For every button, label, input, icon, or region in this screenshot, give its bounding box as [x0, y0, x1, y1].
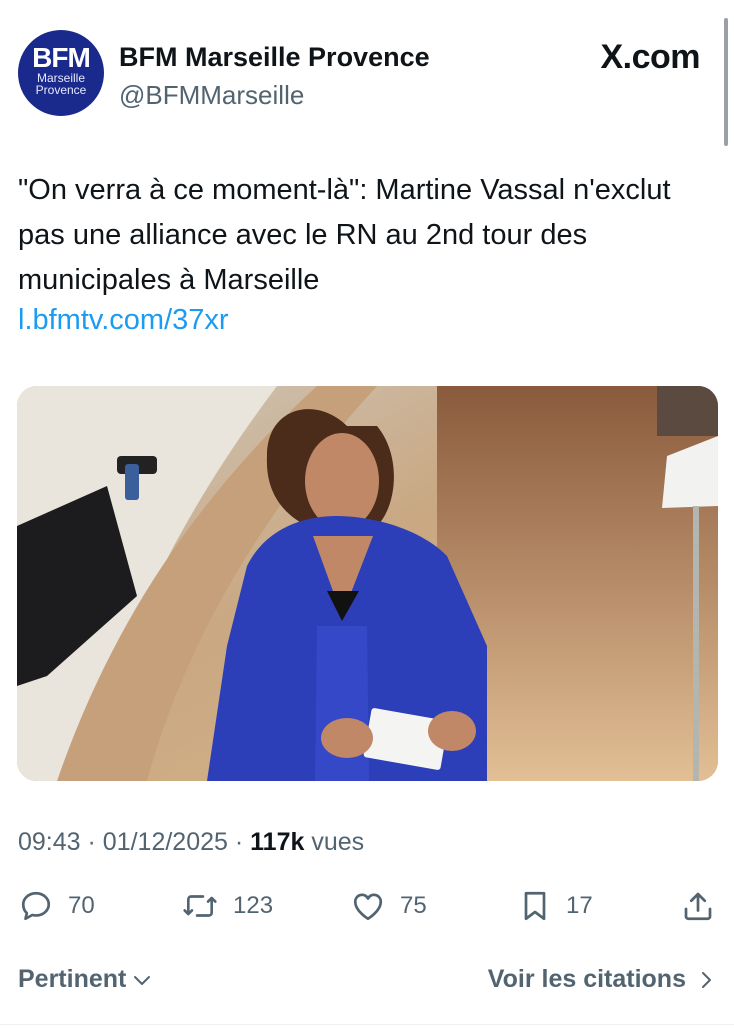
views-count: 117k — [250, 828, 305, 856]
meta-separator: · — [234, 828, 251, 856]
divider — [0, 1024, 734, 1025]
reply-count: 70 — [68, 892, 95, 919]
tweet-date[interactable]: 01/12/2025 — [103, 828, 228, 856]
repost-count: 123 — [233, 892, 274, 919]
quotes-label: Voir les citations — [487, 965, 686, 993]
sort-dropdown[interactable]: Pertinent — [18, 965, 154, 994]
reply-icon — [21, 891, 51, 921]
like-button[interactable]: 75 — [350, 884, 427, 928]
bookmark-count: 17 — [566, 892, 593, 919]
avatar[interactable]: BFM Marseille Provence — [18, 30, 104, 116]
tweet-text: "On verra à ce moment-là": Martine Vassa… — [18, 174, 671, 296]
brand-label: X.com — [600, 38, 700, 76]
bookmark-icon — [524, 891, 546, 921]
tweet-time[interactable]: 09:43 — [18, 828, 81, 856]
tweet-actions: 70 123 75 17 — [18, 884, 718, 928]
account-handle[interactable]: @BFMMarseille — [119, 80, 304, 111]
meta-separator: · — [87, 828, 103, 856]
chevron-right-icon — [702, 971, 711, 988]
like-icon — [353, 893, 383, 921]
tweet-photo[interactable] — [17, 386, 718, 781]
tweet-link[interactable]: l.bfmtv.com/37xr — [18, 304, 229, 337]
replies-bar: Pertinent Voir les citations — [18, 965, 718, 1005]
view-quotes-link[interactable]: Voir les citations — [488, 965, 718, 994]
tweet-meta: 09:43 · 01/12/2025 · 117k vues — [18, 828, 364, 857]
account-name[interactable]: BFM Marseille Provence — [119, 42, 430, 73]
bookmark-button[interactable]: 17 — [518, 884, 593, 928]
repost-icon — [183, 895, 217, 917]
repost-button[interactable]: 123 — [181, 884, 273, 928]
sort-label: Pertinent — [18, 965, 127, 993]
like-count: 75 — [400, 892, 427, 919]
avatar-sub-line2: Provence — [35, 83, 87, 97]
photo-illustration — [17, 386, 718, 781]
views-label: vues — [311, 828, 365, 856]
tweet-header: BFM Marseille Provence BFM Marseille Pro… — [18, 30, 718, 120]
scrollbar[interactable] — [724, 18, 728, 146]
chevron-down-icon — [134, 975, 151, 985]
share-icon — [684, 892, 712, 921]
reply-button[interactable]: 70 — [18, 884, 95, 928]
share-button[interactable] — [680, 884, 716, 928]
avatar-logo: BFM — [32, 42, 91, 73]
